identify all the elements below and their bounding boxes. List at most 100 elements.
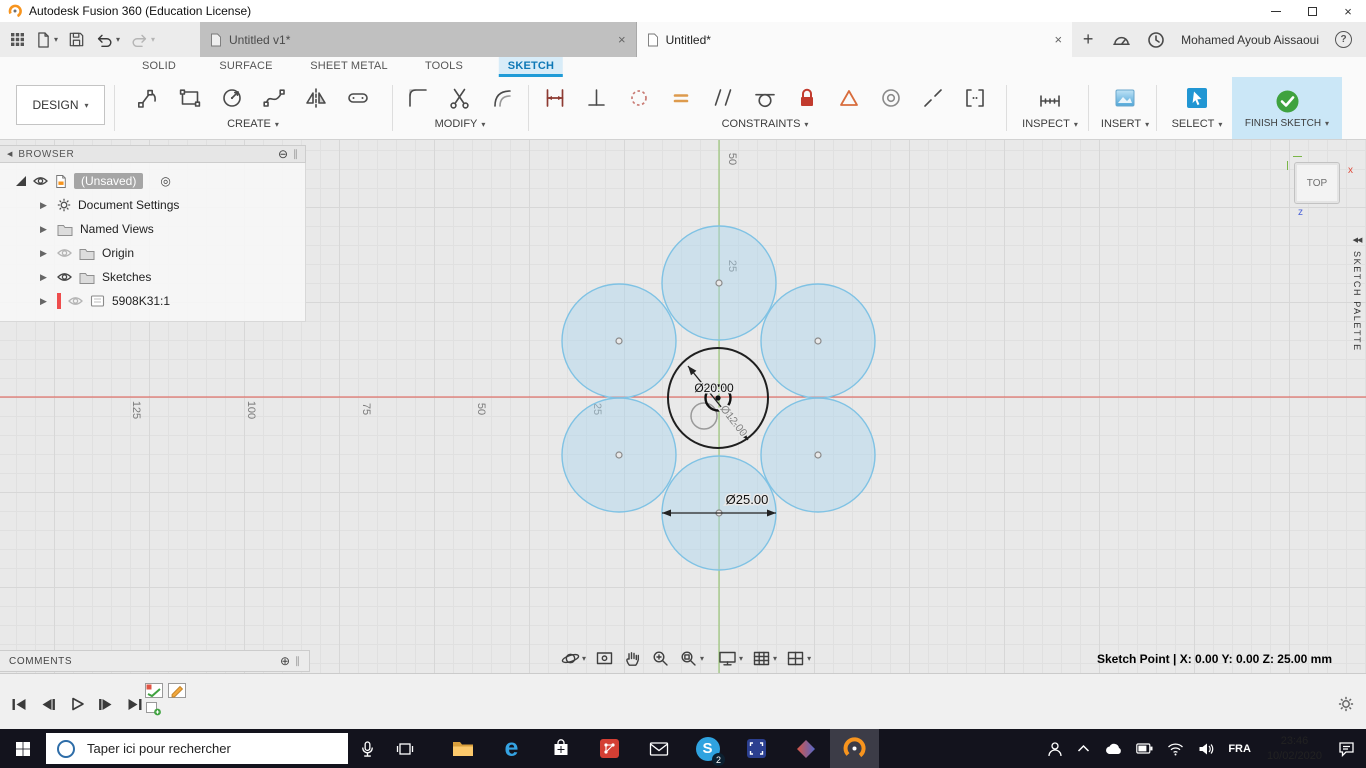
comments-bar[interactable]: COMMENTS ⊕ ∥ <box>0 650 310 672</box>
collinear-constraint[interactable] <box>912 79 954 117</box>
timeline-add-group-icon[interactable] <box>146 702 162 716</box>
panel-grip-icon[interactable]: ∥ <box>295 656 300 667</box>
taskbar-search-input[interactable]: Taper ici pour rechercher <box>46 733 348 764</box>
start-button[interactable] <box>0 729 46 768</box>
tab-sheet-metal[interactable]: SHEET METAL <box>301 57 397 77</box>
add-comment-icon[interactable]: ⊕ <box>280 654 290 668</box>
viewports-button[interactable]: ▾ <box>783 647 814 670</box>
expand-icon[interactable] <box>16 176 26 186</box>
collapse-all-icon[interactable]: ⊖ <box>278 147 288 161</box>
tab-untitled-v1[interactable]: Untitled v1* × <box>200 22 637 57</box>
tab-surface[interactable]: SURFACE <box>210 57 281 77</box>
eagle-app[interactable] <box>585 729 634 768</box>
curvature-constraint[interactable] <box>954 79 996 117</box>
horizontal-vertical-constraint[interactable] <box>576 79 618 117</box>
maximize-button[interactable] <box>1294 0 1330 22</box>
sketch-point[interactable] <box>616 452 622 458</box>
job-status-icon[interactable] <box>1147 31 1165 49</box>
tab-tools[interactable]: TOOLS <box>416 57 472 77</box>
fusion360-app[interactable] <box>830 729 879 768</box>
select-group-label[interactable]: SELECT▾ <box>1172 118 1223 130</box>
app-grid-button[interactable] <box>8 30 27 49</box>
display-settings-button[interactable]: ▾ <box>715 647 746 670</box>
fix-constraint[interactable] <box>786 79 828 117</box>
concentric-constraint[interactable] <box>870 79 912 117</box>
sketch-point[interactable] <box>815 338 821 344</box>
workspace-selector[interactable]: DESIGN ▾ <box>16 85 105 125</box>
timeline-settings-button[interactable] <box>1338 696 1354 712</box>
language-indicator[interactable]: FRA <box>1221 729 1258 768</box>
spline-tool[interactable] <box>253 79 295 117</box>
microphone-button[interactable] <box>348 729 386 768</box>
slot-tool[interactable] <box>337 79 379 117</box>
help-button[interactable]: ? <box>1335 31 1352 48</box>
pan-button[interactable] <box>620 647 645 670</box>
equal-constraint[interactable] <box>660 79 702 117</box>
go-to-end-button[interactable] <box>124 695 146 713</box>
model-canvas[interactable]: 125 100 75 50 25 50 25 <box>0 140 1366 673</box>
coincident-constraint[interactable] <box>618 79 660 117</box>
grid-snap-button[interactable]: ▾ <box>749 647 780 670</box>
finish-sketch-button[interactable]: FINISH SKETCH▾ <box>1232 77 1342 139</box>
line-tool[interactable] <box>127 79 169 117</box>
parallel-constraint[interactable] <box>702 79 744 117</box>
task-view-button[interactable] <box>386 729 424 768</box>
create-group-label[interactable]: CREATE▾ <box>227 118 279 130</box>
expand-icon[interactable]: ▶ <box>40 224 50 235</box>
expand-icon[interactable]: ▶ <box>40 248 50 259</box>
sketch-circle-construction[interactable] <box>691 403 717 429</box>
sketch-palette-label[interactable]: SKETCH PALETTE <box>1352 251 1362 352</box>
tree-item-sketches[interactable]: ▶ Sketches <box>0 265 305 289</box>
tree-item-component[interactable]: ▶ 5908K31:1 <box>0 289 305 313</box>
view-cube[interactable]: TOP x z <box>1294 162 1340 204</box>
inspect-group-label[interactable]: INSPECT▾ <box>1022 118 1078 130</box>
expand-icon[interactable]: ▶ <box>40 272 50 283</box>
file-menu-button[interactable]: ▾ <box>33 29 60 51</box>
timeline-feature-component-icon[interactable] <box>145 683 163 698</box>
undo-button[interactable]: ▾ <box>93 30 122 50</box>
sketch-point[interactable] <box>815 452 821 458</box>
tree-item-origin[interactable]: ▶ Origin <box>0 241 305 265</box>
sketch-palette-tab[interactable]: ◀◀ SKETCH PALETTE <box>1352 236 1362 352</box>
people-button[interactable] <box>1040 729 1070 768</box>
modify-group-label[interactable]: MODIFY▾ <box>435 118 486 130</box>
fillet-tool[interactable] <box>397 79 439 117</box>
onedrive-button[interactable] <box>1097 729 1129 768</box>
sketch-point[interactable] <box>716 280 722 286</box>
visibility-eye-off-icon[interactable] <box>57 248 72 258</box>
expand-palette-icon[interactable]: ◀◀ <box>1353 236 1362 244</box>
battery-button[interactable] <box>1129 729 1160 768</box>
close-tab-icon[interactable]: × <box>618 32 626 47</box>
user-account-name[interactable]: Mohamed Ayoub Aissaoui <box>1181 33 1319 47</box>
action-center-button[interactable] <box>1331 729 1362 768</box>
go-to-start-button[interactable] <box>8 695 30 713</box>
circle-tool[interactable] <box>211 79 253 117</box>
microsoft-store-app[interactable] <box>536 729 585 768</box>
fit-button[interactable]: ▾ <box>676 647 707 670</box>
step-back-button[interactable] <box>37 695 59 713</box>
dev-tool-app[interactable] <box>732 729 781 768</box>
redo-button[interactable]: ▾ <box>128 30 157 50</box>
visibility-eye-icon[interactable] <box>33 176 48 186</box>
taskbar-clock[interactable]: 23:46 10/02/2020 <box>1258 734 1331 763</box>
mirror-tool[interactable] <box>295 79 337 117</box>
tangent-constraint[interactable] <box>744 79 786 117</box>
extensions-icon[interactable] <box>1112 31 1131 48</box>
look-at-button[interactable] <box>592 647 617 670</box>
close-button[interactable]: × <box>1330 0 1366 22</box>
insert-group-label[interactable]: INSERT▾ <box>1101 118 1149 130</box>
tray-overflow-button[interactable] <box>1070 729 1097 768</box>
expand-icon[interactable]: ▶ <box>40 296 50 307</box>
constraints-group-label[interactable]: CONSTRAINTS▾ <box>722 118 809 130</box>
new-tab-button[interactable]: + <box>1072 22 1104 57</box>
select-tool[interactable] <box>1176 79 1218 117</box>
tree-item-root[interactable]: (Unsaved) ◎ <box>0 169 305 193</box>
mail-app[interactable] <box>634 729 683 768</box>
tree-item-label[interactable]: (Unsaved) <box>74 173 143 189</box>
sketch-dimension-tool[interactable] <box>534 79 576 117</box>
expand-icon[interactable]: ▶ <box>40 200 50 211</box>
close-tab-icon[interactable]: × <box>1055 32 1063 47</box>
offset-tool[interactable] <box>481 79 523 117</box>
minimize-button[interactable] <box>1258 0 1294 22</box>
rectangle-tool[interactable] <box>169 79 211 117</box>
